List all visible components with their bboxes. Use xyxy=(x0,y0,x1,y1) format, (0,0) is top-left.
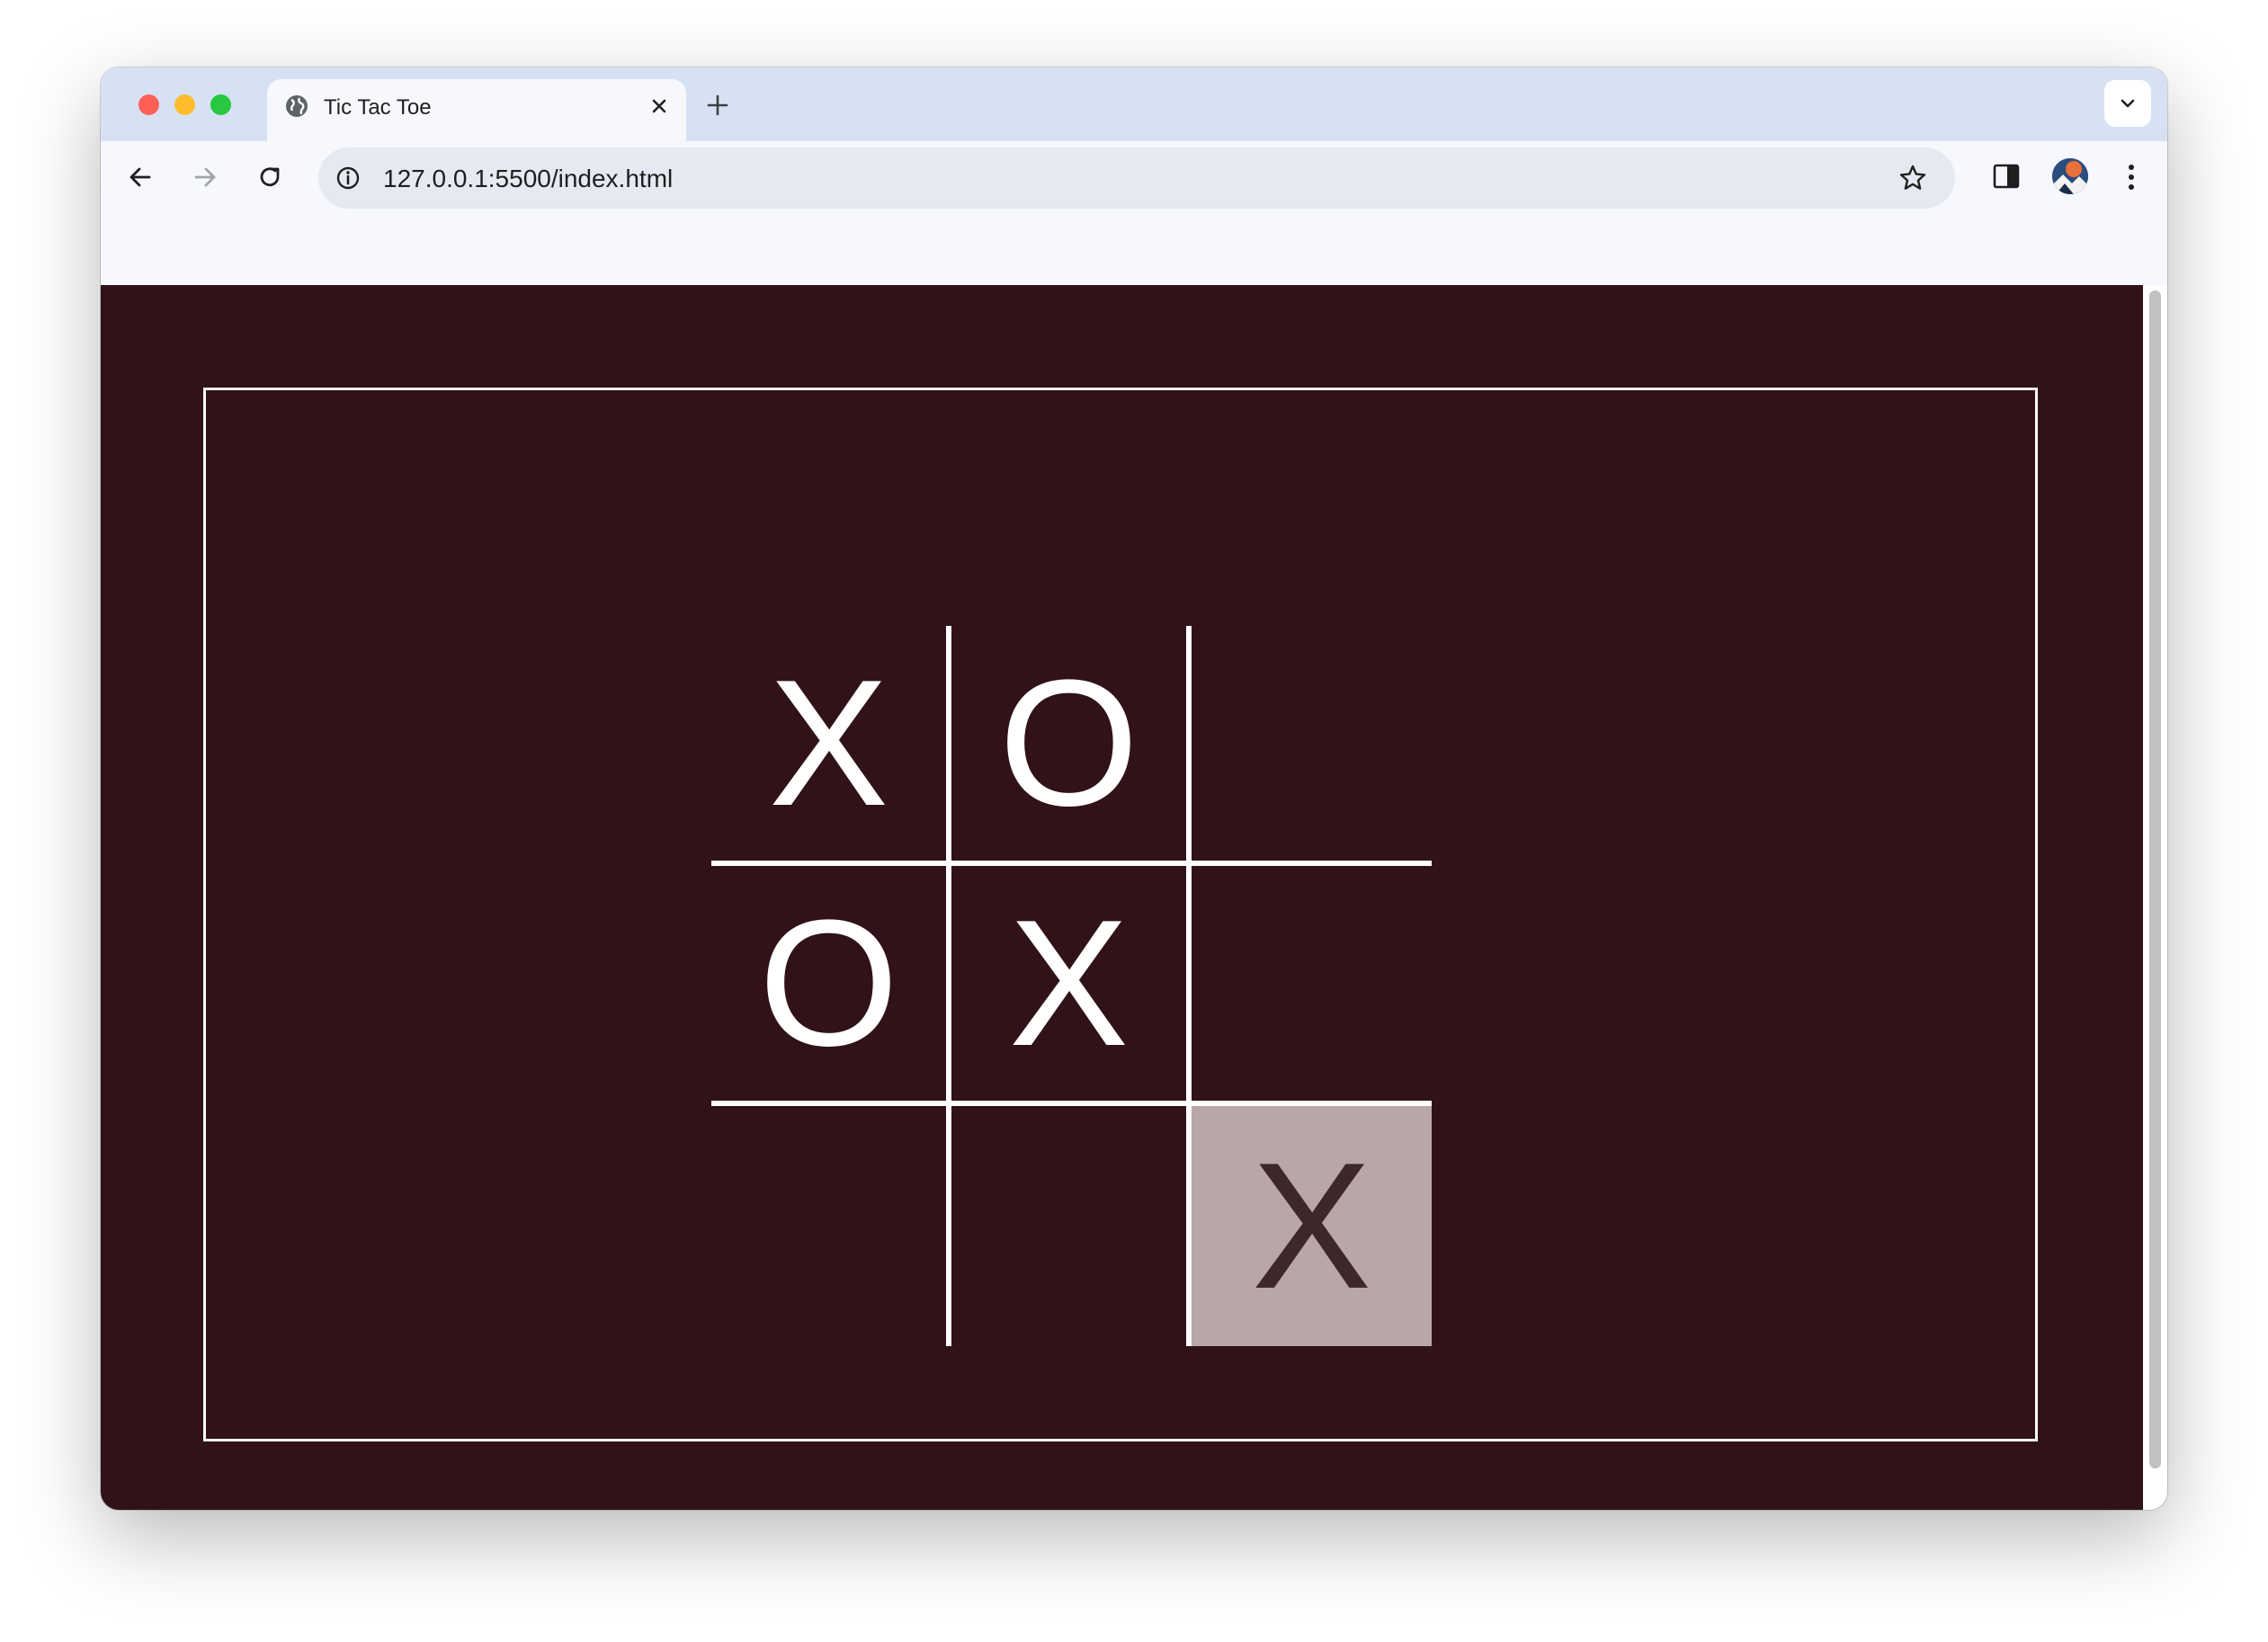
cell-9[interactable]: X xyxy=(1192,1106,1432,1346)
reload-icon[interactable] xyxy=(254,161,286,193)
tab-title: Tic Tac Toe xyxy=(324,95,432,120)
globe-icon xyxy=(286,95,308,117)
cell-3[interactable] xyxy=(1192,626,1432,866)
tab-search-button[interactable] xyxy=(2104,80,2151,127)
scrollbar-thumb[interactable] xyxy=(2149,290,2161,1468)
cell-2[interactable]: O xyxy=(951,626,1192,866)
chevron-down-icon xyxy=(2121,99,2135,108)
plus-icon[interactable] xyxy=(704,92,731,119)
arrow-left-icon[interactable] xyxy=(124,161,156,193)
minimize-window-button[interactable] xyxy=(174,94,195,115)
browser-window: Tic Tac Toe 127.0.0.1:5500/index.html X … xyxy=(101,67,2167,1510)
tab-strip: Tic Tac Toe xyxy=(101,67,2167,141)
close-window-button[interactable] xyxy=(138,94,159,115)
cell-5[interactable]: X xyxy=(951,866,1192,1106)
avatar[interactable] xyxy=(2052,158,2088,194)
scrollbar[interactable] xyxy=(2143,285,2167,1510)
cell-6[interactable] xyxy=(1192,866,1432,1106)
game-board: X O O X X xyxy=(711,626,1432,1346)
info-icon[interactable] xyxy=(335,165,362,192)
kebab-menu-icon[interactable] xyxy=(2115,159,2147,195)
address-bar[interactable]: 127.0.0.1:5500/index.html xyxy=(318,147,1955,209)
tab-tic-tac-toe[interactable]: Tic Tac Toe xyxy=(267,79,686,141)
url-text[interactable]: 127.0.0.1:5500/index.html xyxy=(383,165,673,193)
cell-8[interactable] xyxy=(951,1106,1192,1346)
arrow-right-icon[interactable] xyxy=(189,161,221,193)
cell-1[interactable]: X xyxy=(711,626,951,866)
cell-7[interactable] xyxy=(711,1106,951,1346)
cell-4[interactable]: O xyxy=(711,866,951,1106)
star-icon[interactable] xyxy=(1897,163,1928,193)
page-content: X O O X X xyxy=(101,285,2143,1510)
toolbar: 127.0.0.1:5500/index.html xyxy=(101,141,2167,213)
maximize-window-button[interactable] xyxy=(210,94,231,115)
side-panel-icon[interactable] xyxy=(1991,161,2022,192)
profile-picture xyxy=(2052,158,2088,194)
close-icon[interactable] xyxy=(647,94,672,119)
